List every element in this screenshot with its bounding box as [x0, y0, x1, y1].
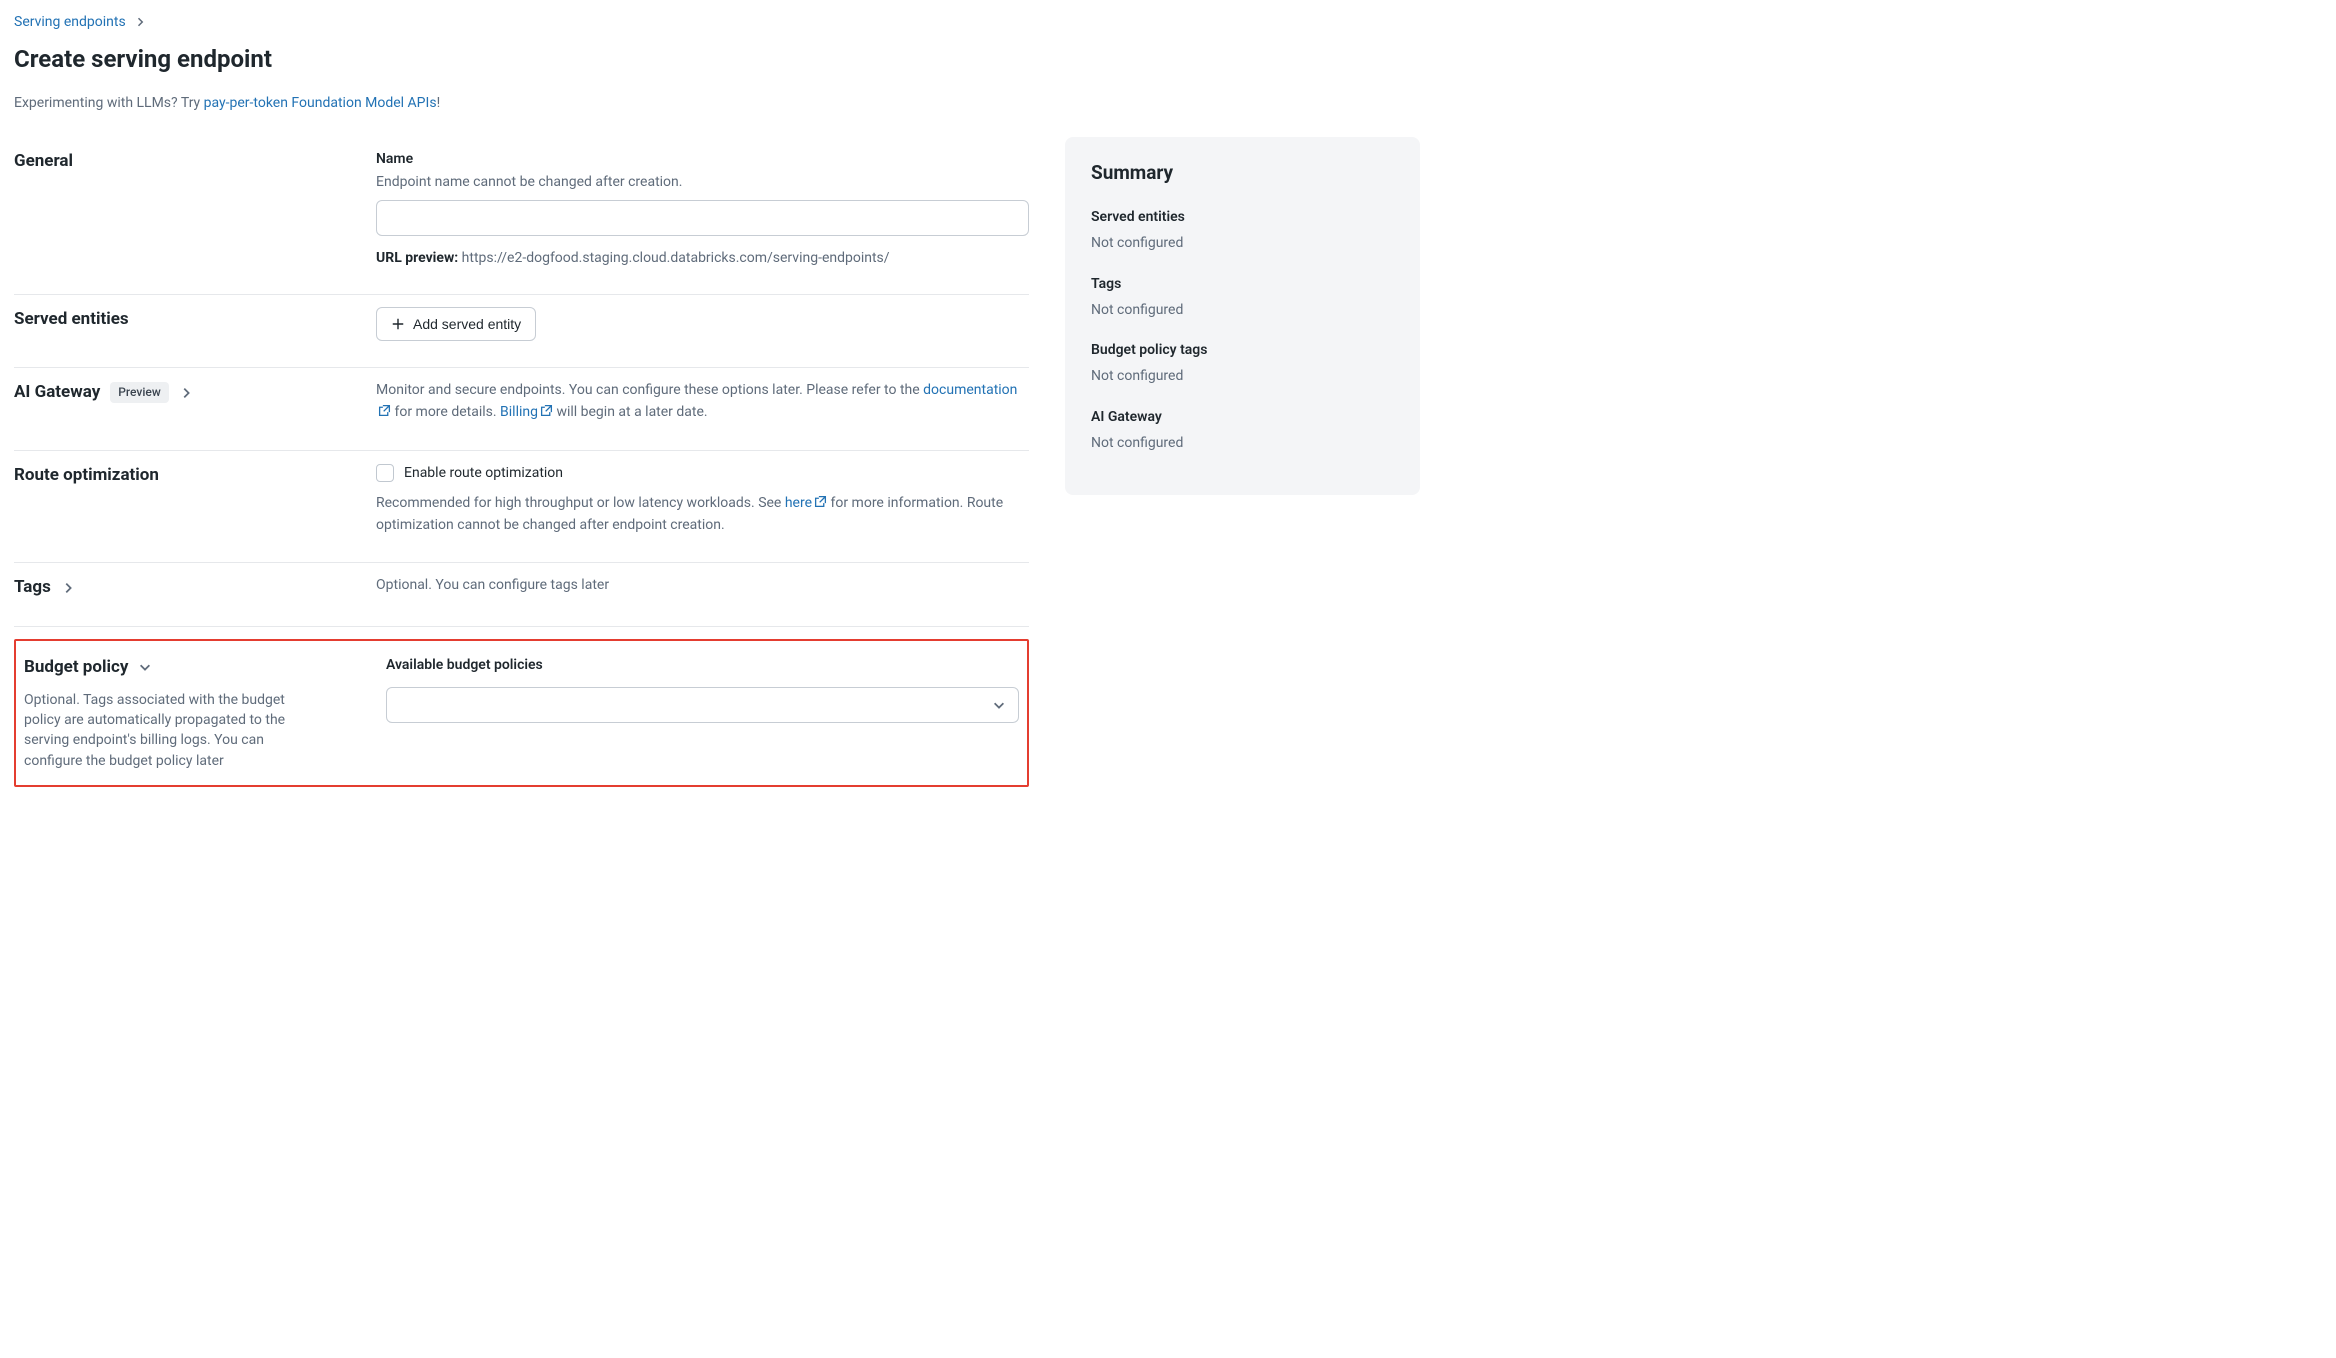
- llm-hint-prefix: Experimenting with LLMs? Try: [14, 95, 204, 111]
- summary-label: Tags: [1091, 274, 1394, 294]
- budget-policy-heading: Budget policy: [24, 655, 128, 680]
- endpoint-name-input[interactable]: [376, 200, 1029, 236]
- summary-value: Not configured: [1091, 300, 1394, 320]
- url-preview: URL preview: https://e2-dogfood.staging.…: [376, 248, 1029, 268]
- ai-gateway-section: AI Gateway Preview Monitor and secure en…: [14, 368, 1029, 450]
- summary-value: Not configured: [1091, 366, 1394, 386]
- route-optimization-section: Route optimization Enable route optimiza…: [14, 451, 1029, 564]
- summary-label: Budget policy tags: [1091, 340, 1394, 360]
- summary-label: AI Gateway: [1091, 407, 1394, 427]
- route-opt-here-link[interactable]: here: [785, 495, 827, 511]
- ai-gateway-heading-row[interactable]: AI Gateway Preview: [14, 380, 352, 405]
- llm-hint-suffix: !: [437, 95, 441, 111]
- summary-item: Served entities Not configured: [1091, 207, 1394, 254]
- ai-gateway-heading: AI Gateway: [14, 380, 100, 405]
- chevron-down-icon: [138, 660, 152, 674]
- enable-route-optimization-label: Enable route optimization: [404, 463, 563, 483]
- preview-badge: Preview: [110, 382, 169, 403]
- budget-policy-heading-row[interactable]: Budget policy: [24, 655, 362, 680]
- general-section: General Name Endpoint name cannot be cha…: [14, 137, 1029, 295]
- name-hint: Endpoint name cannot be changed after cr…: [376, 172, 1029, 192]
- chevron-right-icon: [134, 16, 146, 28]
- name-label: Name: [376, 149, 1029, 169]
- summary-item: AI Gateway Not configured: [1091, 407, 1394, 454]
- external-link-icon: [814, 495, 827, 508]
- billing-link[interactable]: Billing: [500, 404, 553, 420]
- external-link-icon: [540, 404, 553, 417]
- breadcrumb: Serving endpoints: [14, 12, 2322, 32]
- enable-route-optimization-row: Enable route optimization: [376, 463, 1029, 483]
- summary-item: Tags Not configured: [1091, 274, 1394, 321]
- main-form: General Name Endpoint name cannot be cha…: [14, 137, 1029, 786]
- summary-value: Not configured: [1091, 433, 1394, 453]
- budget-policy-desc: Optional. Tags associated with the budge…: [24, 690, 314, 771]
- budget-policy-select[interactable]: [386, 687, 1019, 723]
- chevron-down-icon: [992, 698, 1006, 712]
- tags-hint: Optional. You can configure tags later: [376, 575, 1029, 597]
- budget-policy-section: Budget policy Optional. Tags associated …: [24, 651, 1019, 771]
- foundation-api-link[interactable]: pay-per-token Foundation Model APIs: [204, 95, 437, 111]
- served-entities-heading: Served entities: [14, 307, 352, 332]
- summary-item: Budget policy tags Not configured: [1091, 340, 1394, 387]
- external-link-icon: [378, 404, 391, 417]
- route-optimization-heading: Route optimization: [14, 463, 352, 488]
- summary-label: Served entities: [1091, 207, 1394, 227]
- tags-heading: Tags: [14, 575, 51, 600]
- tags-section: Tags Optional. You can configure tags la…: [14, 563, 1029, 627]
- add-served-entity-label: Add served entity: [413, 316, 521, 332]
- route-opt-hint: Recommended for high throughput or low l…: [376, 493, 1029, 536]
- tags-heading-row[interactable]: Tags: [14, 575, 352, 600]
- summary-heading: Summary: [1091, 159, 1394, 187]
- served-entities-section: Served entities Add served entity: [14, 295, 1029, 368]
- available-budget-policies-label: Available budget policies: [386, 655, 1019, 675]
- summary-panel: Summary Served entities Not configured T…: [1065, 137, 1420, 495]
- ai-gateway-desc: Monitor and secure endpoints. You can co…: [376, 380, 1029, 423]
- chevron-right-icon: [179, 386, 193, 400]
- breadcrumb-parent-link[interactable]: Serving endpoints: [14, 12, 126, 32]
- enable-route-optimization-checkbox[interactable]: [376, 464, 394, 482]
- budget-policy-highlight: Budget policy Optional. Tags associated …: [14, 639, 1029, 787]
- llm-hint: Experimenting with LLMs? Try pay-per-tok…: [14, 93, 2322, 113]
- general-heading: General: [14, 149, 352, 174]
- plus-icon: [391, 317, 405, 331]
- url-preview-label: URL preview:: [376, 250, 458, 266]
- page-title: Create serving endpoint: [14, 42, 2322, 77]
- summary-value: Not configured: [1091, 233, 1394, 253]
- url-preview-value: https://e2-dogfood.staging.cloud.databri…: [462, 250, 890, 266]
- chevron-right-icon: [61, 581, 75, 595]
- add-served-entity-button[interactable]: Add served entity: [376, 307, 536, 341]
